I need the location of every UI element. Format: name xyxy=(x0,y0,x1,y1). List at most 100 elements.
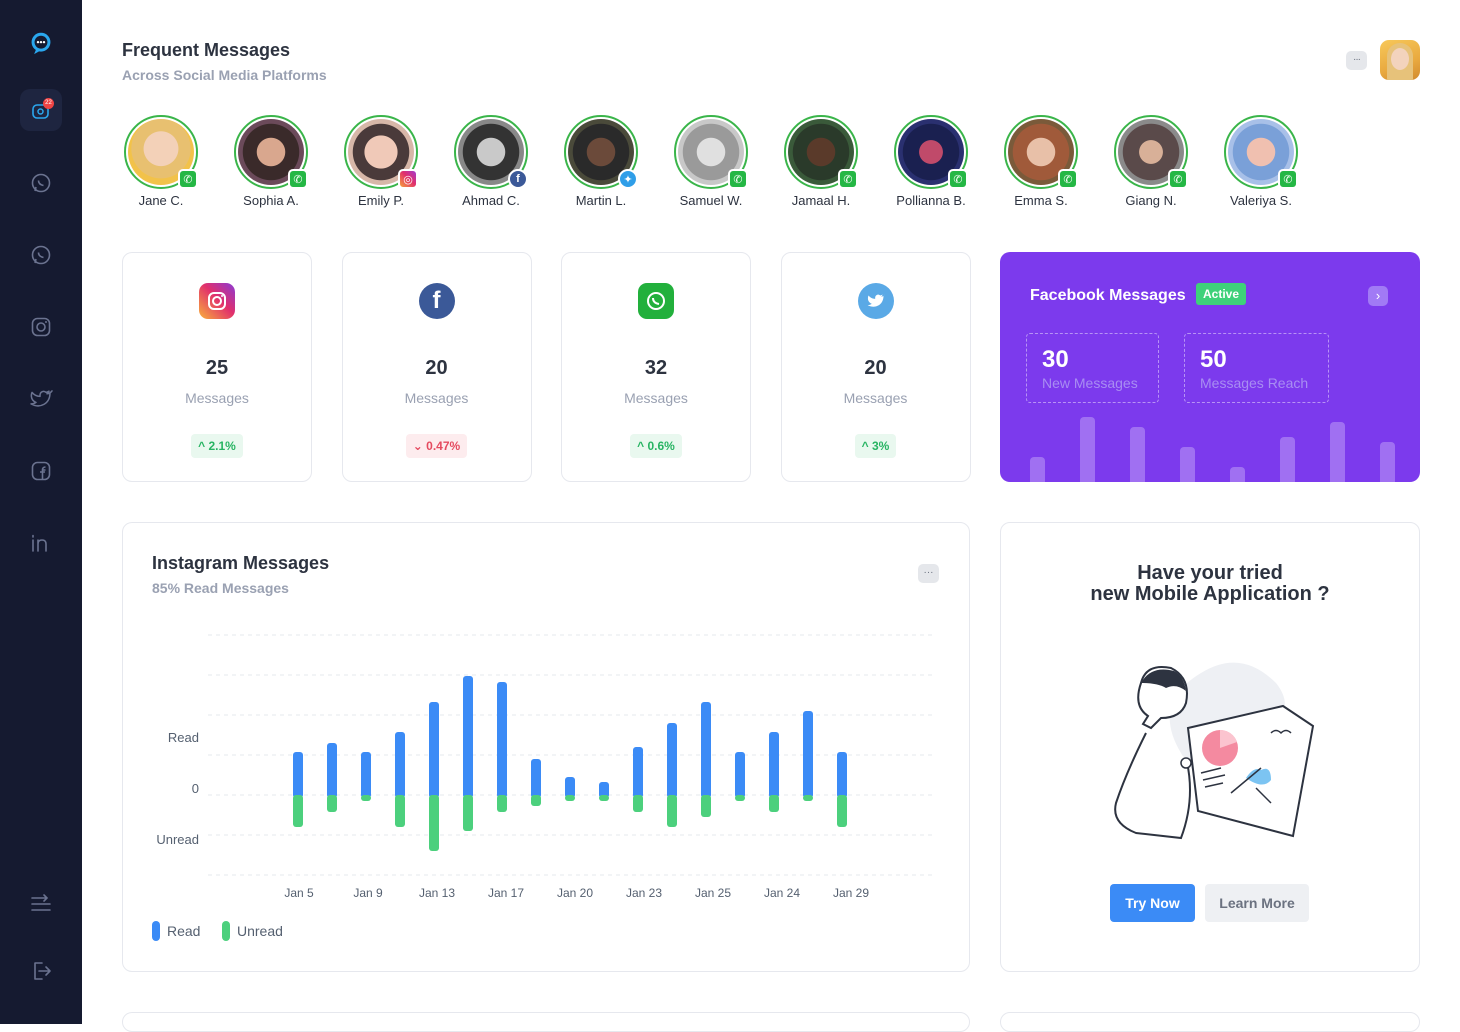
bar-unread[interactable] xyxy=(497,795,507,812)
legend-swatch-read xyxy=(152,921,160,941)
x-tick-label: Jan 24 xyxy=(764,886,800,900)
bar-unread[interactable] xyxy=(327,795,337,812)
sidebar-menu-toggle[interactable] xyxy=(20,883,62,925)
contact-item[interactable]: ✆ Jane C. xyxy=(106,115,216,208)
sparkline-bar xyxy=(1330,422,1345,482)
bar-unread[interactable] xyxy=(667,795,677,827)
contact-item[interactable]: ✦ Martin L. xyxy=(546,115,656,208)
bar-read[interactable] xyxy=(497,682,507,798)
stat-card-whatsapp[interactable]: 32 Messages ^ 0.6% xyxy=(561,252,751,482)
bar-unread[interactable] xyxy=(395,795,405,827)
sidebar-item-linkedin[interactable] xyxy=(20,522,62,564)
chat-bubble-logo-icon xyxy=(31,32,51,55)
contact-name: Samuel W. xyxy=(679,193,743,208)
trend-down-icon: ⌄ xyxy=(412,439,427,453)
legend-unread[interactable]: Unread xyxy=(222,921,283,941)
sparkline-bar xyxy=(1080,417,1095,482)
bar-read[interactable] xyxy=(735,752,745,798)
more-options-button[interactable]: ··· xyxy=(1346,51,1367,70)
bar-read[interactable] xyxy=(293,752,303,798)
instagram-messages-card: Instagram Messages 85% Read Messages ···… xyxy=(122,522,970,972)
sidebar-item-facebook[interactable] xyxy=(20,450,62,492)
sidebar-item-whatsapp-2[interactable] xyxy=(20,234,62,276)
x-tick-label: Jan 29 xyxy=(833,886,869,900)
contact-name: Ahmad C. xyxy=(462,193,520,208)
mobile-app-promo-card: Have your tried new Mobile Application ?… xyxy=(1000,522,1420,972)
logout-button[interactable] xyxy=(20,950,62,992)
bar-read[interactable] xyxy=(361,752,371,798)
contact-item[interactable]: f Ahmad C. xyxy=(436,115,546,208)
bar-unread[interactable] xyxy=(633,795,643,812)
sidebar-item-whatsapp[interactable] xyxy=(20,162,62,204)
stat-card-facebook[interactable]: f 20 Messages ⌄ 0.47% xyxy=(341,252,532,482)
page-title: Frequent Messages xyxy=(122,40,291,60)
message-label: Messages xyxy=(185,390,249,406)
contact-item[interactable]: ✆ Valeriya S. xyxy=(1206,115,1316,208)
try-now-button[interactable]: Try Now xyxy=(1110,884,1195,922)
contact-item[interactable]: ✆ Giang N. xyxy=(1096,115,1206,208)
bar-read[interactable] xyxy=(701,702,711,798)
bar-read[interactable] xyxy=(769,732,779,798)
contact-avatar: ✆ xyxy=(1224,115,1298,189)
facebook-icon xyxy=(31,461,51,481)
legend-label-unread: Unread xyxy=(237,923,283,939)
bar-read[interactable] xyxy=(633,747,643,798)
sidebar-item-twitter[interactable] xyxy=(20,378,62,420)
bar-unread[interactable] xyxy=(293,795,303,827)
whatsapp-icon: ✆ xyxy=(288,169,308,189)
sidebar-item-inbox[interactable]: 22 xyxy=(20,89,62,131)
bar-read[interactable] xyxy=(565,777,575,798)
instagram-icon xyxy=(31,317,51,337)
bar-unread[interactable] xyxy=(803,795,813,801)
legend-label-read: Read xyxy=(167,923,201,939)
bar-read[interactable] xyxy=(395,732,405,798)
twitter-icon: ✦ xyxy=(618,169,638,189)
sparkline-bar xyxy=(1230,467,1245,482)
contact-avatar: f xyxy=(454,115,528,189)
legend-swatch-unread xyxy=(222,921,230,941)
twitter-icon xyxy=(857,283,894,319)
app-logo[interactable] xyxy=(20,22,62,64)
bar-unread[interactable] xyxy=(735,795,745,801)
next-card-right xyxy=(1000,1012,1420,1032)
change-badge: ⌄ 0.47% xyxy=(405,434,468,458)
bar-read[interactable] xyxy=(429,702,439,798)
bar-read[interactable] xyxy=(667,723,677,798)
learn-more-button[interactable]: Learn More xyxy=(1205,884,1309,922)
sidebar-item-instagram[interactable] xyxy=(20,306,62,348)
whatsapp-icon xyxy=(31,245,51,265)
bar-unread[interactable] xyxy=(463,795,473,831)
legend-read[interactable]: Read xyxy=(152,921,200,941)
contact-item[interactable]: ✆ Sophia A. xyxy=(216,115,326,208)
bar-read[interactable] xyxy=(531,759,541,798)
contact-item[interactable]: ◎ Emily P. xyxy=(326,115,436,208)
contact-item[interactable]: ✆ Pollianna B. xyxy=(876,115,986,208)
new-messages-count: 30 xyxy=(1042,346,1069,373)
bar-unread[interactable] xyxy=(565,795,575,801)
bar-unread[interactable] xyxy=(429,795,439,851)
bar-unread[interactable] xyxy=(837,795,847,827)
bar-read[interactable] xyxy=(803,711,813,798)
contact-name: Sophia A. xyxy=(243,193,299,208)
contact-item[interactable]: ✆ Emma S. xyxy=(986,115,1096,208)
user-avatar[interactable] xyxy=(1380,40,1420,80)
bar-unread[interactable] xyxy=(769,795,779,812)
chevron-right-icon[interactable]: › xyxy=(1368,286,1388,306)
stat-card-instagram[interactable]: 25 Messages ^ 2.1% xyxy=(122,252,312,482)
stat-card-twitter[interactable]: 20 Messages ^ 3% xyxy=(780,252,971,482)
whatsapp-icon: ✆ xyxy=(1278,169,1298,189)
contact-item[interactable]: ✆ Jamaal H. xyxy=(766,115,876,208)
status-badge: Active xyxy=(1196,283,1247,305)
bar-read[interactable] xyxy=(837,752,847,798)
bar-unread[interactable] xyxy=(701,795,711,817)
bar-read[interactable] xyxy=(327,743,337,798)
sparkline-bar xyxy=(1130,427,1145,482)
bar-unread[interactable] xyxy=(531,795,541,806)
bar-unread[interactable] xyxy=(361,795,371,801)
x-tick-label: Jan 9 xyxy=(353,886,383,900)
bar-read[interactable] xyxy=(463,676,473,798)
next-card-left xyxy=(122,1012,970,1032)
sparkline-bar xyxy=(1280,437,1295,482)
contact-item[interactable]: ✆ Samuel W. xyxy=(656,115,766,208)
bar-unread[interactable] xyxy=(599,795,609,801)
